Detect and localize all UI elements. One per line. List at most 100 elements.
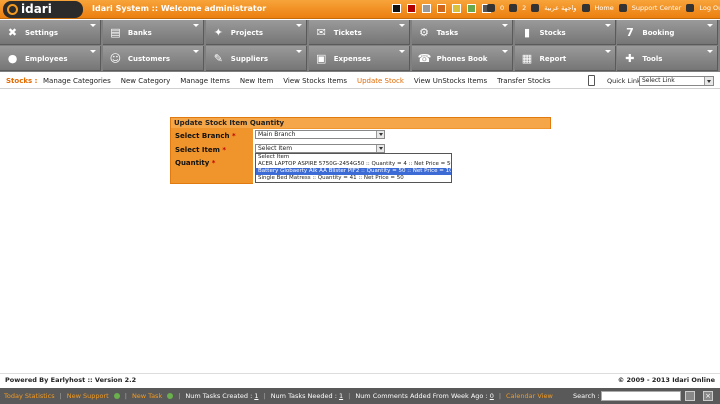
status-item[interactable]: Calendar View bbox=[506, 392, 553, 400]
menu-item-settings[interactable]: ✖ Settings bbox=[0, 20, 101, 45]
form-title: Update Stock Item Quantity bbox=[171, 118, 550, 128]
add-icon[interactable] bbox=[113, 393, 120, 399]
separator: | bbox=[263, 392, 266, 400]
booking-icon: 7 bbox=[626, 26, 634, 39]
menu-item-stocks[interactable]: ▮ Stocks bbox=[514, 20, 616, 45]
chevron-down-icon bbox=[501, 50, 508, 53]
search-label: Search : bbox=[573, 392, 600, 400]
subnav-link-manage-categories[interactable]: Manage Categories bbox=[43, 77, 111, 85]
main-menu: ✖ Settings ▤ Banks ✦ Projects ✉ Tickets ⚙ Tasks ▮ S… bbox=[0, 20, 720, 72]
stocks-subnav: Stocks : Manage Categories New Category Ma… bbox=[0, 73, 720, 89]
chevron-down-icon bbox=[295, 24, 302, 27]
quick-link-value: Select Link bbox=[642, 77, 675, 84]
menu-item-tickets[interactable]: ✉ Tickets bbox=[308, 20, 410, 45]
menu-item-label: Suppliers bbox=[230, 55, 269, 63]
separator: | bbox=[124, 392, 127, 400]
subnav-link-manage-items[interactable]: Manage Items bbox=[180, 77, 230, 85]
menu-item-label: Employees bbox=[25, 55, 68, 63]
menu-item-label: Stocks bbox=[539, 29, 566, 37]
subnav-link-new-category[interactable]: New Category bbox=[121, 77, 170, 85]
menu-item-suppliers[interactable]: ✎ Suppliers bbox=[205, 46, 307, 71]
chevron-down-icon bbox=[90, 24, 96, 27]
tools-icon: ✚ bbox=[625, 52, 635, 65]
subnav-link-update-stock[interactable]: Update Stock bbox=[357, 77, 404, 85]
status-item[interactable]: New Support bbox=[67, 392, 109, 400]
item-option[interactable]: Single Bed Matress :: Quantity = 41 :: N… bbox=[256, 175, 451, 182]
status-count[interactable]: 0 bbox=[490, 392, 494, 400]
report-icon: ▦ bbox=[521, 52, 533, 65]
quick-link-label: Quick Link bbox=[607, 77, 641, 85]
branch-select[interactable]: Main Branch bbox=[255, 130, 385, 139]
menu-item-booking[interactable]: 7 Booking bbox=[617, 20, 719, 45]
powered-by: Powered By Earlyhost :: Version 2.2 bbox=[5, 376, 137, 384]
search-input[interactable] bbox=[601, 391, 681, 401]
theme-swatch[interactable] bbox=[392, 4, 401, 13]
subnav-link-view-stocks-items[interactable]: View Stocks Items bbox=[283, 77, 347, 85]
menu-item-tools[interactable]: ✚ Tools bbox=[617, 46, 719, 71]
separator: | bbox=[498, 392, 502, 400]
header-tools: 0 2 واجهة عربية Home Support Center Log … bbox=[487, 4, 720, 12]
chevron-down-icon bbox=[90, 50, 96, 53]
page-footer: Powered By Earlyhost :: Version 2.2 © 20… bbox=[0, 373, 720, 385]
item-dropdown-list[interactable]: Select Item ACER LAPTOP ASPIRE 5750G-2454… bbox=[255, 153, 452, 183]
menu-item-employees[interactable]: ● Employees bbox=[0, 46, 101, 71]
menu-item-label: Report bbox=[539, 55, 567, 63]
menu-item-label: Booking bbox=[642, 29, 675, 37]
item-option[interactable]: Battery Globaerty Alk AA Blister PIF2 ::… bbox=[256, 168, 451, 175]
menu-item-report[interactable]: ▦ Report bbox=[514, 46, 616, 71]
logo-text: idari bbox=[21, 2, 52, 16]
theme-swatch[interactable] bbox=[407, 4, 416, 13]
separator: | bbox=[178, 392, 181, 400]
menu-item-banks[interactable]: ▤ Banks bbox=[102, 20, 204, 45]
theme-swatch[interactable] bbox=[452, 4, 461, 13]
status-count[interactable]: 1 bbox=[254, 392, 258, 400]
arabic-interface-link[interactable]: واجهة عربية bbox=[544, 4, 576, 12]
chevron-down-icon bbox=[398, 24, 405, 27]
home-link[interactable]: Home bbox=[595, 4, 614, 12]
status-item: Num Tasks Needed : 1 bbox=[270, 392, 344, 400]
tickets-icon: ✉ bbox=[316, 26, 326, 39]
search-go-button[interactable] bbox=[685, 391, 695, 401]
theme-swatch[interactable] bbox=[467, 4, 476, 13]
idari-logo[interactable]: idari bbox=[3, 1, 83, 18]
close-icon[interactable]: × bbox=[703, 391, 713, 401]
chevron-down-icon bbox=[398, 50, 405, 53]
menu-item-label: Tickets bbox=[333, 29, 362, 37]
menu-item-expenses[interactable]: ▣ Expenses bbox=[308, 46, 410, 71]
separator: | bbox=[59, 392, 62, 400]
quick-link-select[interactable]: Select Link bbox=[639, 76, 714, 86]
power-icon bbox=[686, 4, 695, 12]
menu-item-phones-book[interactable]: ☎ Phones Book bbox=[411, 46, 513, 71]
separator: | bbox=[348, 392, 351, 400]
menu-item-tasks[interactable]: ⚙ Tasks bbox=[411, 20, 513, 45]
status-count[interactable]: 1 bbox=[339, 392, 343, 400]
mail-icon[interactable] bbox=[487, 4, 495, 12]
support-center-link[interactable]: Support Center bbox=[632, 4, 682, 12]
chevron-down-icon bbox=[501, 24, 508, 27]
banks-icon: ▤ bbox=[110, 26, 121, 39]
stocks-icon: ▮ bbox=[523, 26, 531, 39]
chevron-down-icon bbox=[707, 24, 714, 27]
status-item[interactable]: Today Statistics bbox=[4, 392, 55, 400]
subnav-title: Stocks : bbox=[6, 77, 38, 85]
page-title: Idari System :: Welcome administrator bbox=[92, 4, 267, 13]
app-window: idari Idari System :: Welcome administra… bbox=[0, 0, 720, 404]
status-item[interactable]: New Task bbox=[132, 392, 162, 400]
subnav-link-view-unstocks-items[interactable]: View UnStocks Items bbox=[414, 77, 487, 85]
add-icon[interactable] bbox=[167, 393, 174, 399]
branch-value: Main Branch bbox=[258, 131, 296, 138]
subnav-link-new-item[interactable]: New Item bbox=[240, 77, 273, 85]
item-option[interactable]: Select Item bbox=[256, 154, 451, 161]
attachment-icon[interactable] bbox=[509, 4, 518, 12]
mobile-icon[interactable] bbox=[588, 75, 595, 86]
menu-item-projects[interactable]: ✦ Projects bbox=[205, 20, 307, 45]
theme-swatch[interactable] bbox=[422, 4, 431, 13]
menu-item-customers[interactable]: ☺ Customers bbox=[102, 46, 204, 71]
chevron-down-icon bbox=[604, 24, 611, 27]
logout-link[interactable]: Log Out bbox=[699, 4, 720, 12]
item-option[interactable]: ACER LAPTOP ASPIRE 5750G-2454G50 :: Quan… bbox=[256, 161, 451, 168]
item-select[interactable]: Select Item bbox=[255, 144, 385, 153]
theme-swatch[interactable] bbox=[437, 4, 446, 13]
subnav-link-transfer-stocks[interactable]: Transfer Stocks bbox=[497, 77, 550, 85]
theme-swatches bbox=[392, 4, 491, 13]
